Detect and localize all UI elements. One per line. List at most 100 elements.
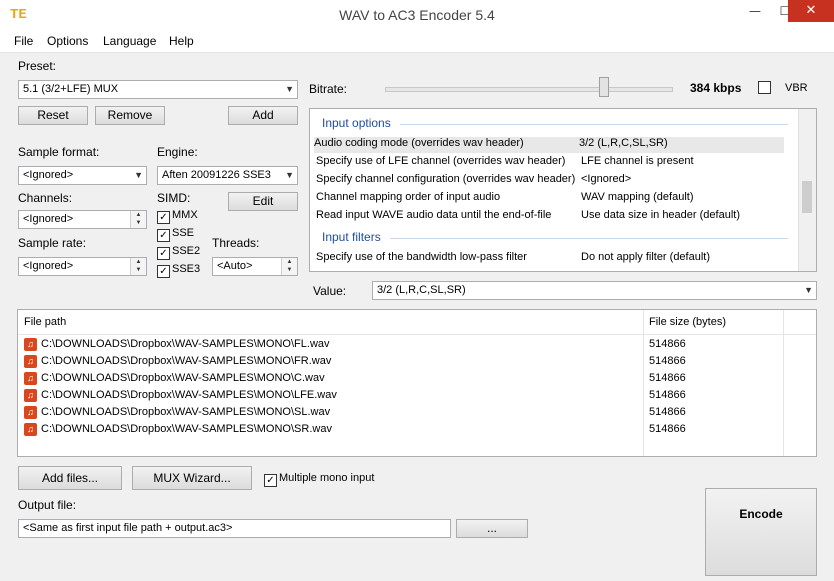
channels-spinner[interactable]: <Ignored> ▲ ▼ xyxy=(18,210,147,229)
file-path-cell: C:\DOWNLOADS\Dropbox\WAV-SAMPLES\MONO\LF… xyxy=(41,389,337,401)
preset-select[interactable]: 5.1 (3/2+LFE) MUX ▼ xyxy=(18,80,298,99)
group-input-options: Input options xyxy=(322,116,391,130)
sse3-checkbox[interactable]: ✓ SSE3 xyxy=(157,263,200,278)
sse3-label: SSE3 xyxy=(172,263,201,275)
window-title: WAV to AC3 Encoder 5.4 xyxy=(339,7,495,23)
vbr-checkbox-box[interactable] xyxy=(758,81,771,94)
reset-button[interactable]: Reset xyxy=(18,106,88,125)
minimize-button[interactable]: — xyxy=(740,0,770,22)
mmx-checkbox[interactable]: ✓ MMX xyxy=(157,209,198,224)
close-button[interactable]: ✕ xyxy=(788,0,834,22)
column-file-path[interactable]: File path xyxy=(24,316,66,328)
sse-label: SSE xyxy=(172,227,195,239)
spin-down-icon[interactable]: ▼ xyxy=(131,219,146,227)
file-list[interactable]: File path File size (bytes) ♫ C:\DOWNLOA… xyxy=(17,309,817,457)
option-key: Specify use of LFE channel (overrides wa… xyxy=(316,155,566,167)
audio-file-icon: ♫ xyxy=(24,423,37,436)
sample-rate-label: Sample rate: xyxy=(18,236,87,250)
encoder-options-list[interactable]: Input options Audio coding mode (overrid… xyxy=(309,108,817,272)
menu-options[interactable]: Options xyxy=(47,34,88,48)
group-input-filters: Input filters xyxy=(322,230,381,244)
vbr-checkbox[interactable] xyxy=(758,81,773,95)
sample-format-value: <Ignored> xyxy=(23,169,74,181)
bitrate-slider-track[interactable] xyxy=(385,87,673,92)
scrollbar-thumb[interactable] xyxy=(802,181,812,213)
mux-wizard-button[interactable]: MUX Wizard... xyxy=(132,466,252,490)
file-path-cell: C:\DOWNLOADS\Dropbox\WAV-SAMPLES\MONO\FL… xyxy=(41,338,330,350)
sample-format-label: Sample format: xyxy=(18,145,100,159)
encode-button[interactable]: Encode xyxy=(705,488,817,576)
option-row[interactable]: Audio coding mode (overrides wav header)… xyxy=(314,137,784,153)
output-file-input[interactable]: <Same as first input file path + output.… xyxy=(18,519,451,538)
audio-file-icon: ♫ xyxy=(24,389,37,402)
audio-file-icon: ♫ xyxy=(24,406,37,419)
bitrate-slider-thumb[interactable] xyxy=(598,77,609,97)
audio-file-icon: ♫ xyxy=(24,372,37,385)
preset-label: Preset: xyxy=(18,59,57,73)
audio-file-icon: ♫ xyxy=(24,338,37,351)
bitrate-label: Bitrate: xyxy=(309,82,348,96)
add-preset-button[interactable]: Add xyxy=(228,106,298,125)
table-row[interactable]: ♫ C:\DOWNLOADS\Dropbox\WAV-SAMPLES\MONO\… xyxy=(18,387,816,404)
file-size-cell: 514866 xyxy=(649,372,686,384)
title-bar[interactable]: TE WAV to AC3 Encoder 5.4 — ☐ ✕ xyxy=(0,0,834,30)
file-size-cell: 514866 xyxy=(649,355,686,367)
add-files-button[interactable]: Add files... xyxy=(18,466,122,490)
file-path-cell: C:\DOWNLOADS\Dropbox\WAV-SAMPLES\MONO\SR… xyxy=(41,423,332,435)
column-file-size[interactable]: File size (bytes) xyxy=(649,316,726,328)
engine-select[interactable]: Aften 20091226 SSE3 ▼ xyxy=(157,166,298,185)
table-row[interactable]: ♫ C:\DOWNLOADS\Dropbox\WAV-SAMPLES\MONO\… xyxy=(18,404,816,421)
option-key: Read input WAVE audio data until the end… xyxy=(316,209,552,221)
table-row[interactable]: ♫ C:\DOWNLOADS\Dropbox\WAV-SAMPLES\MONO\… xyxy=(18,370,816,387)
spin-down-icon[interactable]: ▼ xyxy=(282,266,297,274)
spin-up-icon[interactable]: ▲ xyxy=(282,258,297,266)
menu-file[interactable]: File xyxy=(14,34,33,48)
simd-edit-button[interactable]: Edit xyxy=(228,192,298,211)
menu-bar: File Options Language Help xyxy=(0,30,834,53)
sse2-checkbox[interactable]: ✓ SSE2 xyxy=(157,245,200,260)
threads-spin-buttons[interactable]: ▲ ▼ xyxy=(281,258,297,275)
table-row[interactable]: ♫ C:\DOWNLOADS\Dropbox\WAV-SAMPLES\MONO\… xyxy=(18,353,816,370)
menu-help[interactable]: Help xyxy=(169,34,194,48)
check-icon[interactable]: ✓ xyxy=(264,474,277,487)
spin-up-icon[interactable]: ▲ xyxy=(131,211,146,219)
threads-value: <Auto> xyxy=(217,260,253,272)
file-path-cell: C:\DOWNLOADS\Dropbox\WAV-SAMPLES\MONO\SL… xyxy=(41,406,331,418)
sample-rate-spinner[interactable]: <Ignored> ▲ ▼ xyxy=(18,257,147,276)
check-icon[interactable]: ✓ xyxy=(157,247,170,260)
spin-down-icon[interactable]: ▼ xyxy=(131,266,146,274)
table-row[interactable]: ♫ C:\DOWNLOADS\Dropbox\WAV-SAMPLES\MONO\… xyxy=(18,336,816,353)
value-select[interactable]: 3/2 (L,R,C,SL,SR) ▼ xyxy=(372,281,817,300)
file-size-cell: 514866 xyxy=(649,389,686,401)
remove-button[interactable]: Remove xyxy=(95,106,165,125)
chevron-down-icon: ▼ xyxy=(285,84,294,94)
audio-file-icon: ♫ xyxy=(24,355,37,368)
file-size-cell: 514866 xyxy=(649,423,686,435)
table-row[interactable]: ♫ C:\DOWNLOADS\Dropbox\WAV-SAMPLES\MONO\… xyxy=(18,421,816,438)
output-file-value: <Same as first input file path + output.… xyxy=(23,522,233,534)
sse2-label: SSE2 xyxy=(172,245,201,257)
channels-spin-buttons[interactable]: ▲ ▼ xyxy=(130,211,146,228)
browse-output-button[interactable]: ... xyxy=(456,519,528,538)
multiple-mono-checkbox[interactable]: ✓ Multiple mono input xyxy=(264,472,374,487)
option-key: Specify channel configuration (overrides… xyxy=(316,173,576,185)
check-icon[interactable]: ✓ xyxy=(157,265,170,278)
spin-up-icon[interactable]: ▲ xyxy=(131,258,146,266)
chevron-down-icon: ▼ xyxy=(804,285,813,295)
options-scrollbar[interactable] xyxy=(798,109,816,271)
check-icon[interactable]: ✓ xyxy=(157,229,170,242)
sample-format-select[interactable]: <Ignored> ▼ xyxy=(18,166,147,185)
engine-label: Engine: xyxy=(157,145,198,159)
mmx-label: MMX xyxy=(172,209,198,221)
check-icon[interactable]: ✓ xyxy=(157,211,170,224)
sample-rate-spin-buttons[interactable]: ▲ ▼ xyxy=(130,258,146,275)
sse-checkbox[interactable]: ✓ SSE xyxy=(157,227,194,242)
threads-spinner[interactable]: <Auto> ▲ ▼ xyxy=(212,257,298,276)
threads-label: Threads: xyxy=(212,236,260,250)
group-divider xyxy=(390,238,788,239)
option-value-display: 3/2 (L,R,C,SL,SR) xyxy=(377,284,466,296)
channels-label: Channels: xyxy=(18,191,73,205)
file-path-cell: C:\DOWNLOADS\Dropbox\WAV-SAMPLES\MONO\C.… xyxy=(41,372,325,384)
app-window: TE WAV to AC3 Encoder 5.4 — ☐ ✕ File Opt… xyxy=(0,0,834,581)
menu-language[interactable]: Language xyxy=(103,34,156,48)
